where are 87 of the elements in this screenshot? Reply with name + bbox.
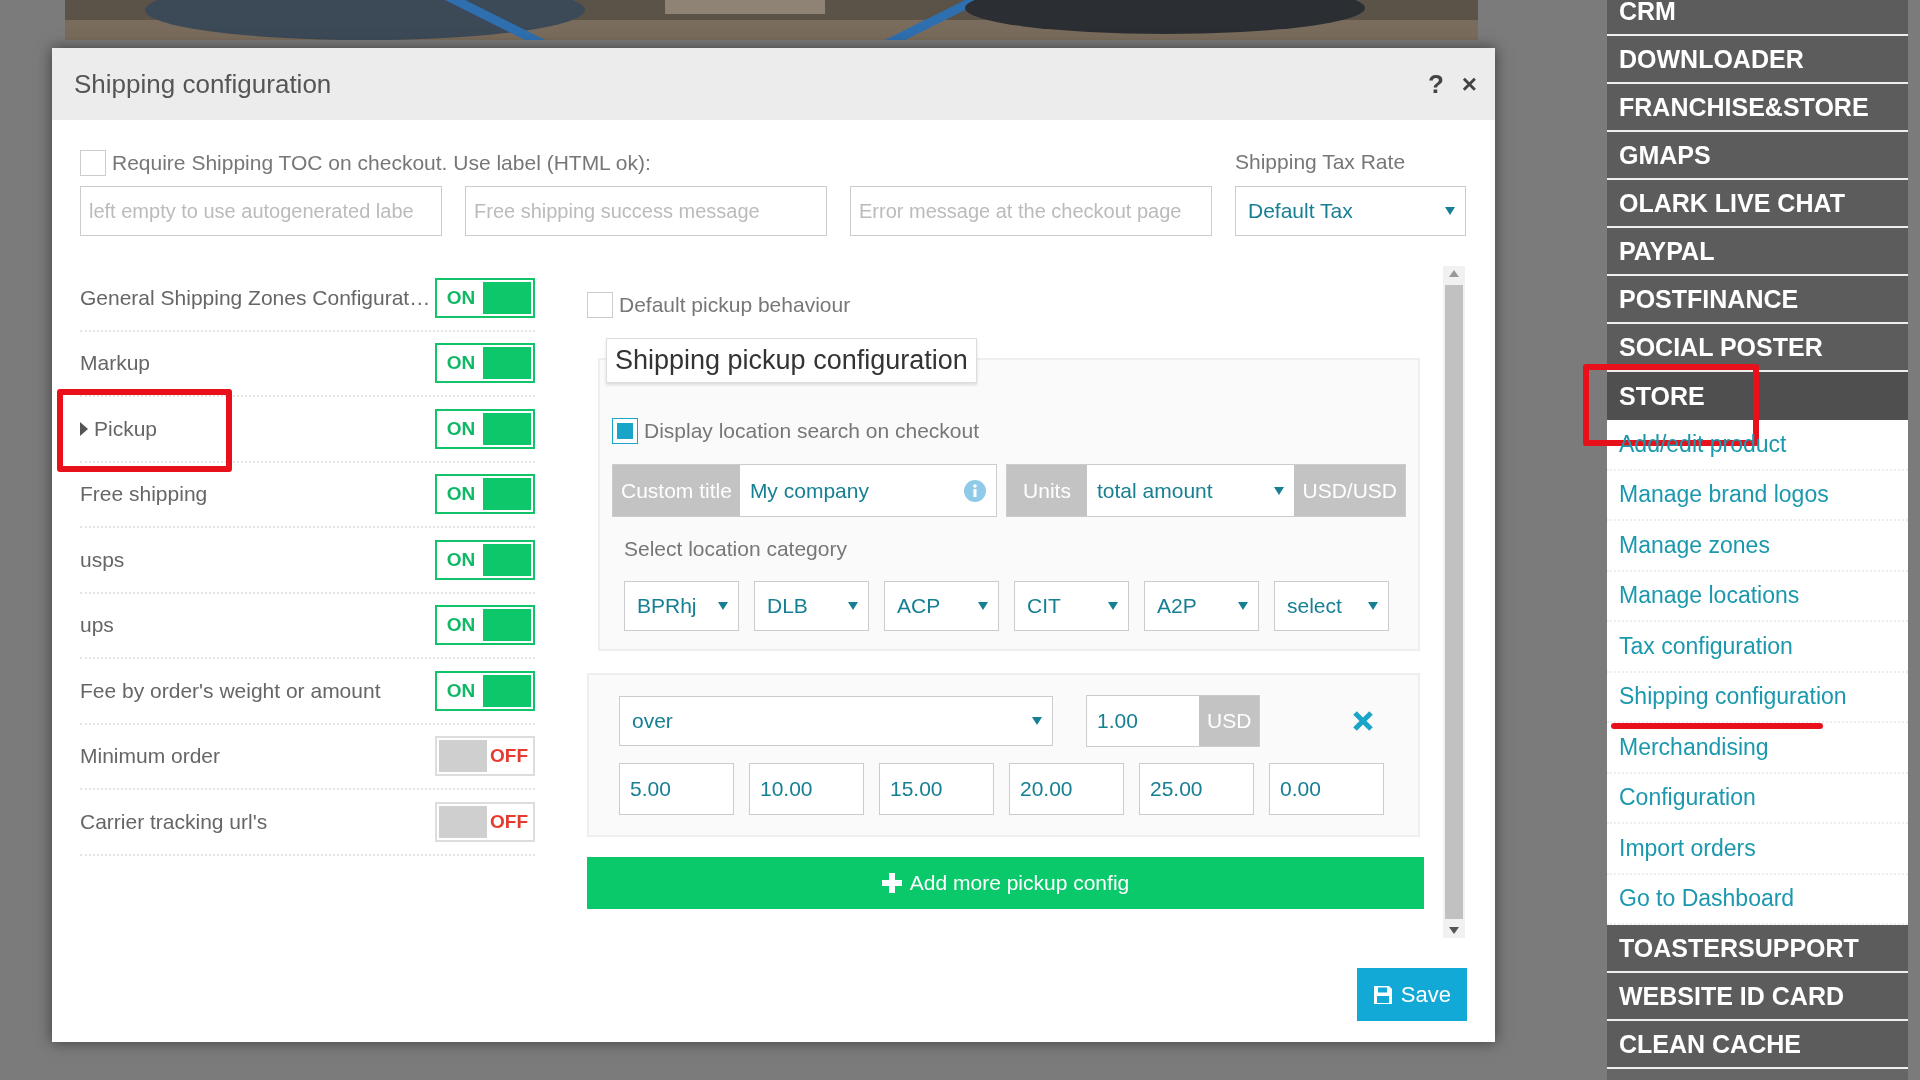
toggle-switch[interactable]: ON (435, 605, 535, 646)
value-field[interactable]: 0.00 (1269, 763, 1384, 815)
value-field[interactable]: 10.00 (749, 763, 864, 815)
scroll-down-icon[interactable] (1449, 927, 1459, 934)
option-label: Fee by order's weight or amount (80, 678, 381, 703)
category-select[interactable]: CIT (1014, 581, 1129, 631)
sidebar-item[interactable]: SOCIAL POSTER (1607, 324, 1908, 372)
option-label: Free shipping (80, 482, 208, 507)
scrollbar[interactable] (1443, 266, 1465, 938)
sidebar-link[interactable]: Manage locations (1607, 571, 1908, 622)
caret-icon (978, 602, 988, 610)
sidebar-item[interactable]: STORE (1607, 372, 1908, 420)
option-label: General Shipping Zones Configurat… (80, 285, 431, 310)
option-label: ups (80, 613, 114, 638)
toggle-switch[interactable]: OFF (435, 736, 535, 777)
sidebar-item[interactable]: CLEAN CACHE (1607, 1021, 1908, 1069)
caret-icon (1108, 602, 1118, 610)
toggle-switch[interactable]: ON (435, 474, 535, 515)
caret-icon (1238, 602, 1248, 610)
save-button[interactable]: Save (1356, 968, 1467, 1021)
category-select[interactable]: DLB (754, 581, 869, 631)
plus-icon (881, 873, 902, 893)
value-field[interactable]: 20.00 (1009, 763, 1124, 815)
sidebar-item[interactable]: CRM (1607, 0, 1908, 36)
value-field[interactable]: 25.00 (1139, 763, 1254, 815)
option-label[interactable]: Pickup (80, 416, 158, 441)
sidebar-link[interactable]: Merchandising (1607, 723, 1908, 774)
info-icon (964, 479, 986, 502)
units-select[interactable]: Units total amount USD/USD (1006, 464, 1406, 517)
toggle-switch[interactable]: ON (435, 408, 535, 449)
field-label: Select location category (624, 537, 848, 561)
sidebar-link[interactable]: Manage brand logos (1607, 470, 1908, 521)
category-select[interactable]: select (1274, 581, 1389, 631)
sidebar-item[interactable]: WEBSITE ID CARD (1607, 973, 1908, 1021)
sidebar-link[interactable]: Manage zones (1607, 521, 1908, 572)
caret-icon (718, 602, 728, 610)
option-label: Carrier tracking url's (80, 809, 268, 834)
tax-rate-select[interactable]: Default Tax (1235, 186, 1466, 236)
value-field[interactable]: 5.00 (619, 763, 734, 815)
option-label: usps (80, 547, 125, 572)
value-field[interactable]: 15.00 (879, 763, 994, 815)
category-select[interactable]: BPRhj (624, 581, 739, 631)
checkbox[interactable] (587, 292, 613, 318)
sidebar-item[interactable]: DOWNLOADER (1607, 36, 1908, 84)
checkbox-label: Default pickup behaviour (619, 293, 851, 317)
custom-title-field[interactable]: Custom title My company (612, 464, 997, 517)
caret-icon (1445, 207, 1455, 215)
sidebar-link[interactable]: Configuration (1607, 773, 1908, 824)
expand-icon (80, 421, 88, 436)
remove-button[interactable] (1352, 710, 1374, 732)
sidebar-item[interactable]: OLARK LIVE CHAT (1607, 180, 1908, 228)
help-button[interactable]: ? (1427, 68, 1444, 100)
input-field[interactable]: Free shipping success message (465, 186, 827, 236)
sidebar-item[interactable]: POSTFINANCE (1607, 276, 1908, 324)
caret-icon (1368, 602, 1378, 610)
sidebar-link[interactable]: Import orders (1607, 824, 1908, 875)
category-select[interactable]: ACP (884, 581, 999, 631)
checkbox[interactable] (80, 150, 106, 176)
input-field[interactable]: Error message at the checkout page (850, 186, 1212, 236)
dialog-title: Shipping configuration (74, 68, 333, 100)
scroll-up-icon[interactable] (1449, 270, 1459, 277)
toggle-switch[interactable]: ON (435, 343, 535, 384)
field-label: Shipping Tax Rate (1235, 150, 1407, 175)
sidebar-item[interactable]: FRANCHISE&STORE (1607, 84, 1908, 132)
toggle-switch[interactable]: ON (435, 277, 535, 318)
checkbox-label: Require Shipping TOC on checkout. Use label (HTML ok): (112, 151, 651, 175)
caret-icon (848, 602, 858, 610)
condition-select[interactable]: over (619, 696, 1053, 746)
close-icon (1352, 710, 1374, 732)
sidebar-link[interactable]: Tax configuration (1607, 622, 1908, 673)
sidebar-item[interactable]: PAYPAL (1607, 228, 1908, 276)
input-field[interactable]: left empty to use autogenerated labe (80, 186, 442, 236)
amount-field[interactable]: 1.00 USD (1086, 695, 1261, 747)
close-button[interactable]: × (1461, 68, 1477, 100)
sidebar-item[interactable]: GMAPS (1607, 132, 1908, 180)
caret-icon (1032, 717, 1042, 725)
option-label: Markup (80, 351, 151, 376)
checkbox-label: Display location search on checkout (644, 419, 979, 443)
toggle-switch[interactable]: ON (435, 539, 535, 580)
toggle-switch[interactable]: OFF (435, 801, 535, 842)
sidebar-item[interactable]: TOASTERSUPPORT (1607, 925, 1908, 973)
toggle-switch[interactable]: ON (435, 670, 535, 711)
category-select[interactable]: A2P (1144, 581, 1259, 631)
checkbox[interactable] (612, 418, 638, 444)
option-label: Minimum order (80, 744, 221, 769)
panel-legend: Shipping pickup configuration (606, 338, 977, 383)
caret-icon (1274, 486, 1285, 495)
